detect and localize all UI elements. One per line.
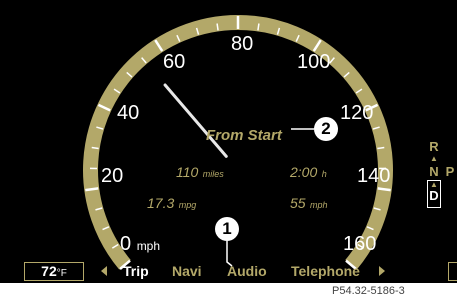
menu-item-navi[interactable]: Navi	[172, 263, 202, 279]
menu-right-arrow-icon[interactable]	[379, 266, 385, 276]
gear-drive-selected: ▲ D	[427, 180, 441, 208]
menu-item-audio[interactable]: Audio	[227, 263, 267, 279]
gear-reverse: R	[429, 139, 439, 154]
gear-drive: D	[429, 188, 439, 203]
gear-caret-up-icon: ▲	[430, 154, 438, 163]
figure-caption: P54.32-5186-3	[332, 285, 405, 297]
menu-left-arrow-icon[interactable]	[101, 266, 107, 276]
menu-item-trip[interactable]: Trip	[123, 263, 149, 279]
gear-park: P	[445, 164, 455, 179]
right-status-box	[448, 262, 457, 281]
menu-bar: Trip Navi Audio Telephone	[0, 259, 457, 283]
instrument-cluster-display: 0 mph 20 40 60 80 100 120 140 160 From S…	[0, 0, 457, 283]
callout-1-leader	[226, 241, 233, 267]
menu-item-telephone[interactable]: Telephone	[291, 263, 360, 279]
gear-neutral: N	[429, 164, 439, 179]
